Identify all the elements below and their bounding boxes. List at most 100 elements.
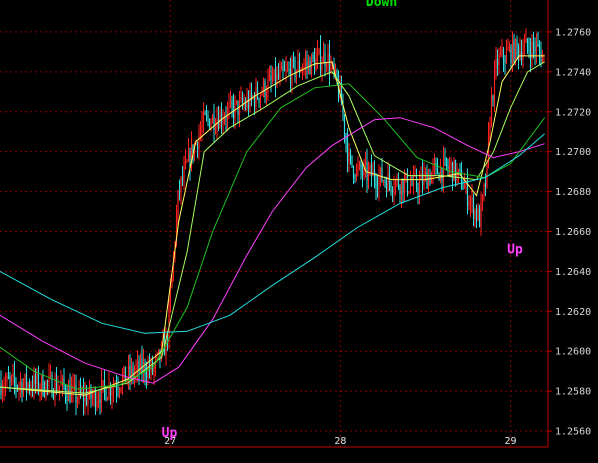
candle-body xyxy=(9,378,11,380)
candle-body xyxy=(201,124,203,131)
candle-body xyxy=(123,366,125,376)
candle-body xyxy=(112,386,115,392)
signal-label-down: Down xyxy=(366,0,397,10)
candle-body xyxy=(270,75,272,80)
candle-body xyxy=(61,377,64,383)
candle-body xyxy=(261,92,263,95)
signal-label-up: Up xyxy=(507,242,523,257)
candle-body xyxy=(226,108,229,120)
candle-body xyxy=(309,60,311,75)
candle-body xyxy=(330,65,332,73)
candle-body xyxy=(516,39,518,47)
candle-body xyxy=(28,383,31,390)
y-tick-label: 1.2660 xyxy=(555,227,591,238)
candle-body xyxy=(121,375,124,389)
ma-line-ma-long xyxy=(0,117,545,384)
y-tick-label: 1.2580 xyxy=(555,387,591,398)
candle-body xyxy=(472,197,475,219)
candle-body xyxy=(34,375,37,384)
candle-body xyxy=(76,399,79,403)
candle-body xyxy=(271,79,274,81)
candle-body xyxy=(480,202,482,227)
candle-body xyxy=(495,58,497,70)
candle-body xyxy=(181,177,184,181)
candle-body xyxy=(513,39,515,63)
candle-body xyxy=(19,382,22,386)
candle-body xyxy=(489,123,491,134)
candle-body xyxy=(183,166,185,181)
candle-body xyxy=(222,120,224,124)
candle-body xyxy=(310,54,313,75)
candle-body xyxy=(220,112,223,124)
candle-body xyxy=(253,96,256,107)
candle-body xyxy=(534,47,536,53)
price-chart: 1.2560 1.2580 1.2600 1.2620 1.2640 1.2660 1.26… xyxy=(0,0,591,448)
candle-body xyxy=(99,400,101,404)
candle-body xyxy=(111,391,113,396)
candle-body xyxy=(354,176,356,178)
candle-body xyxy=(436,163,439,174)
candle-body xyxy=(16,386,19,388)
candle-body xyxy=(351,155,353,167)
grid-lines xyxy=(0,0,548,447)
candle-body xyxy=(129,365,131,377)
candle-body xyxy=(418,180,421,194)
candle-body xyxy=(439,168,442,181)
candle-body xyxy=(477,207,479,220)
candle-body xyxy=(322,52,325,64)
candle-body xyxy=(250,90,253,98)
candle-body xyxy=(385,182,388,192)
candle-body xyxy=(528,47,530,52)
candle-body xyxy=(375,180,377,188)
candle-body xyxy=(177,190,179,217)
candle-body xyxy=(291,59,293,84)
candle-body xyxy=(490,95,493,124)
candle-body xyxy=(390,182,392,191)
candle-body xyxy=(531,41,533,60)
candle-body xyxy=(213,115,215,131)
candle-body xyxy=(483,184,485,195)
candle-body xyxy=(406,173,409,193)
candle-body xyxy=(349,152,352,156)
candle-body xyxy=(48,375,50,383)
candle-body xyxy=(511,39,514,64)
candle-body xyxy=(279,70,281,78)
candle-body xyxy=(273,69,275,80)
candle-body xyxy=(120,388,122,390)
y-tick-label: 1.2620 xyxy=(555,307,591,318)
candle-body xyxy=(364,162,367,165)
candle-body xyxy=(49,375,52,377)
candle-body xyxy=(223,118,226,121)
candle-body xyxy=(399,187,401,195)
candle-body xyxy=(231,100,233,106)
candle-body xyxy=(240,97,242,100)
x-tick-label: 29 xyxy=(505,436,517,447)
candle-body xyxy=(394,180,397,190)
candle-body xyxy=(168,302,170,342)
ma-line-ma-fast xyxy=(0,55,545,396)
candle-body xyxy=(186,161,188,163)
candle-body xyxy=(285,69,287,71)
candle-body xyxy=(196,142,199,150)
candle-body xyxy=(502,49,505,61)
candle-body xyxy=(180,177,182,192)
signal-annotations: Down Up Up xyxy=(162,0,523,441)
candle-body xyxy=(70,389,73,402)
candle-body xyxy=(274,69,277,85)
candle-body xyxy=(403,179,406,194)
candle-body xyxy=(382,180,385,182)
x-tick-label: 28 xyxy=(334,436,346,447)
candle-body xyxy=(435,162,437,164)
candle-body xyxy=(445,158,448,166)
candle-body xyxy=(40,375,43,389)
candle-body xyxy=(370,165,373,177)
candle-body xyxy=(141,358,143,373)
candle-body xyxy=(85,393,88,405)
candle-body xyxy=(63,377,65,387)
moving-averages xyxy=(0,55,546,396)
candle-body xyxy=(97,400,100,403)
candle-body xyxy=(136,361,139,368)
candle-body xyxy=(100,382,103,404)
candle-body xyxy=(10,376,13,380)
candle-body xyxy=(208,119,211,129)
